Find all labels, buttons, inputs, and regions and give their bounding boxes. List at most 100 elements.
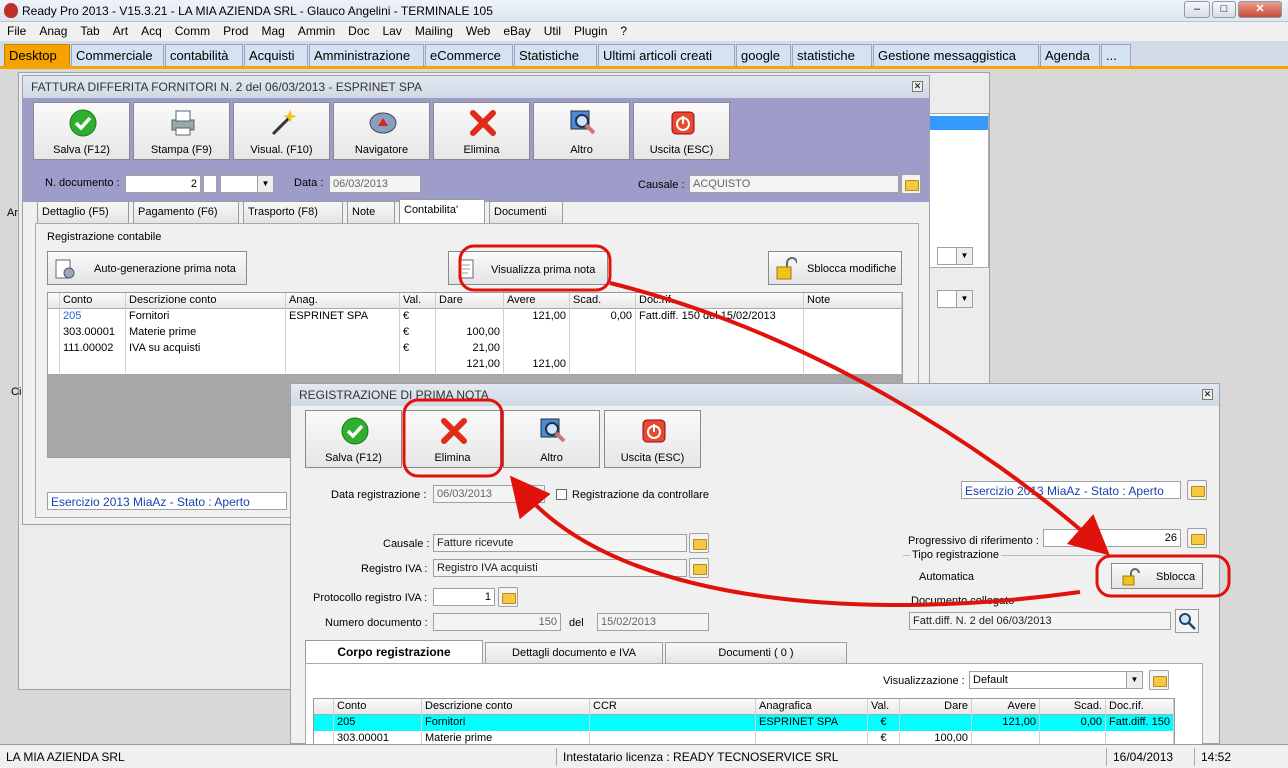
folder-icon[interactable] xyxy=(689,533,709,553)
search-document-button[interactable] xyxy=(1175,609,1199,633)
table-row[interactable]: 111.00002 IVA su acquisti € 21,00 xyxy=(48,341,902,357)
menu-plugin[interactable]: Plugin xyxy=(567,22,613,38)
visual-button[interactable]: Visual. (F10) xyxy=(233,102,330,160)
menu-util[interactable]: Util xyxy=(537,22,567,38)
menu-anag[interactable]: Anag xyxy=(32,22,73,38)
tab-pn-documenti[interactable]: Documenti ( 0 ) xyxy=(665,642,847,664)
tab-dettaglio[interactable]: Dettaglio (F5) xyxy=(37,201,129,223)
col-scad[interactable]: Scad. xyxy=(570,293,636,309)
tab-pagamento[interactable]: Pagamento (F6) xyxy=(133,201,239,223)
menu-comm[interactable]: Comm xyxy=(168,22,216,38)
data-registrazione-input[interactable]: 06/03/2013 xyxy=(433,485,545,503)
col-dare[interactable]: Dare xyxy=(900,699,972,715)
prima-nota-close-button[interactable]: ✕ xyxy=(1202,389,1213,400)
folder-icon[interactable] xyxy=(901,174,921,194)
visualizza-prima-nota-button[interactable]: Visualizza prima nota xyxy=(448,251,608,285)
menu-lav[interactable]: Lav xyxy=(376,22,408,38)
col-scad[interactable]: Scad. xyxy=(1040,699,1106,715)
col-avere[interactable]: Avere xyxy=(972,699,1040,715)
progressivo-input[interactable]: 26 xyxy=(1043,529,1181,547)
tab-statistiche[interactable]: Statistiche xyxy=(514,44,597,66)
visualizzazione-select[interactable]: Default ▼ xyxy=(969,671,1143,689)
folder-icon[interactable] xyxy=(689,558,709,578)
navigatore-button[interactable]: Navigatore xyxy=(333,102,430,160)
pn-altro-button[interactable]: Altro xyxy=(503,410,600,468)
elimina-button[interactable]: Elimina xyxy=(433,102,530,160)
tab-amministrazione[interactable]: Amministrazione xyxy=(309,44,424,66)
background-combo-1[interactable]: ▼ xyxy=(937,247,973,265)
pn-salva-button[interactable]: Salva (F12) xyxy=(305,410,402,468)
tab-more[interactable]: ... xyxy=(1101,44,1131,66)
tab-corpo-registrazione[interactable]: Corpo registrazione xyxy=(305,640,483,664)
col-ccr[interactable]: CCR xyxy=(590,699,756,715)
pn-uscita-button[interactable]: Uscita (ESC) xyxy=(604,410,701,468)
col-anagrafica[interactable]: Anagrafica xyxy=(756,699,868,715)
menu-ebay[interactable]: eBay xyxy=(496,22,536,38)
col-note[interactable]: Note xyxy=(804,293,902,309)
registro-iva-input[interactable]: Registro IVA acquisti xyxy=(433,559,687,577)
col-dare[interactable]: Dare xyxy=(436,293,504,309)
close-button[interactable]: ✕ xyxy=(1238,1,1282,18)
col-docrif[interactable]: Doc.rif. xyxy=(636,293,804,309)
tab-commerciale[interactable]: Commerciale xyxy=(71,44,164,66)
tab-ultimi-articoli[interactable]: Ultimi articoli creati xyxy=(598,44,735,66)
col-conto[interactable]: Conto xyxy=(334,699,422,715)
col-conto[interactable]: Conto xyxy=(60,293,126,309)
tab-contabilita-doc[interactable]: Contabilita' xyxy=(399,199,485,223)
menu-mag[interactable]: Mag xyxy=(254,22,290,38)
col-descrizione[interactable]: Descrizione conto xyxy=(422,699,590,715)
altro-button[interactable]: Altro xyxy=(533,102,630,160)
pn-causale-input[interactable]: Fatture ricevute xyxy=(433,534,687,552)
maximize-button[interactable]: □ xyxy=(1212,1,1236,18)
invoice-close-button[interactable]: ✕ xyxy=(912,81,923,92)
folder-icon[interactable] xyxy=(498,587,518,607)
col-avere[interactable]: Avere xyxy=(504,293,570,309)
documento-collegato-input[interactable]: Fatt.diff. N. 2 del 06/03/2013 xyxy=(909,612,1171,630)
menu-doc[interactable]: Doc xyxy=(341,22,375,38)
tab-agenda[interactable]: Agenda xyxy=(1040,44,1100,66)
salva-button[interactable]: Salva (F12) xyxy=(33,102,130,160)
tab-dettagli-documento[interactable]: Dettagli documento e IVA xyxy=(485,642,663,664)
table-row[interactable]: 303.00001 Materie prime € 100,00 xyxy=(48,325,902,341)
stampa-button[interactable]: Stampa (F9) xyxy=(133,102,230,160)
pn-elimina-button[interactable]: Elimina xyxy=(404,410,501,468)
tab-note[interactable]: Note xyxy=(347,201,395,223)
uscita-button[interactable]: Uscita (ESC) xyxy=(633,102,730,160)
registrazione-da-controllare-checkbox[interactable] xyxy=(556,489,567,500)
tab-documenti[interactable]: Documenti xyxy=(489,201,563,223)
table-row-selected[interactable]: 205 Fornitori ESPRINET SPA € 121,00 0,00… xyxy=(314,715,1174,731)
menu-web[interactable]: Web xyxy=(459,22,496,38)
tab-gestione-messaggistica[interactable]: Gestione messaggistica xyxy=(873,44,1039,66)
ndoc-input[interactable]: 2 xyxy=(125,175,201,193)
tab-contabilita[interactable]: contabilità xyxy=(165,44,243,66)
col-anag[interactable]: Anag. xyxy=(286,293,400,309)
folder-icon[interactable] xyxy=(1187,480,1207,500)
auto-generazione-button[interactable]: Auto-generazione prima nota xyxy=(47,251,247,285)
col-docrif[interactable]: Doc.rif. xyxy=(1106,699,1174,715)
ndoc-small-button[interactable] xyxy=(203,175,217,193)
background-combo-2[interactable]: ▼ xyxy=(937,290,973,308)
folder-icon[interactable] xyxy=(1149,670,1169,690)
numero-documento-input[interactable]: 150 xyxy=(433,613,561,631)
menu-help[interactable]: ? xyxy=(613,22,633,38)
ndoc-suffix-combo[interactable]: ▼ xyxy=(220,175,274,193)
tab-google[interactable]: google xyxy=(736,44,791,66)
menu-mailing[interactable]: Mailing xyxy=(408,22,459,38)
del-input[interactable]: 15/02/2013 xyxy=(597,613,709,631)
col-val[interactable]: Val. xyxy=(400,293,436,309)
menu-acq[interactable]: Acq xyxy=(134,22,168,38)
menu-art[interactable]: Art xyxy=(106,22,134,38)
sblocca-modifiche-button[interactable]: Sblocca modifiche xyxy=(768,251,902,285)
menu-tab[interactable]: Tab xyxy=(73,22,105,38)
tab-desktop[interactable]: Desktop xyxy=(4,44,70,66)
table-row[interactable]: 205 Fornitori ESPRINET SPA € 121,00 0,00… xyxy=(48,309,902,325)
tab-trasporto[interactable]: Trasporto (F8) xyxy=(243,201,343,223)
col-val[interactable]: Val. xyxy=(868,699,900,715)
minimize-button[interactable]: – xyxy=(1184,1,1210,18)
tab-acquisti[interactable]: Acquisti xyxy=(244,44,308,66)
col-descrizione[interactable]: Descrizione conto xyxy=(126,293,286,309)
data-input[interactable]: 06/03/2013 xyxy=(329,175,421,193)
menu-file[interactable]: File xyxy=(0,22,32,38)
causale-input[interactable]: ACQUISTO xyxy=(689,175,899,193)
sblocca-button[interactable]: Sblocca xyxy=(1111,563,1203,589)
